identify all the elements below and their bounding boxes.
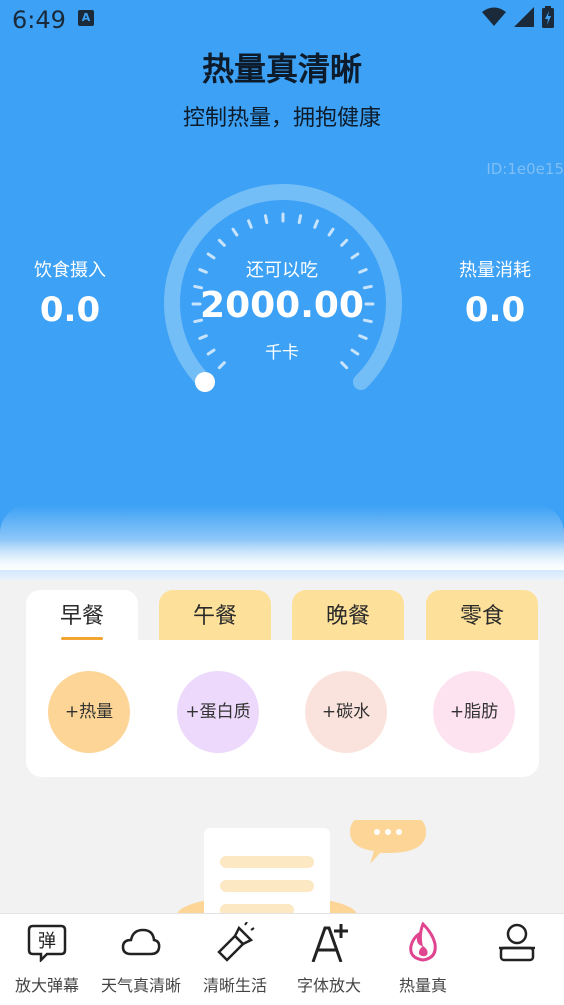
nav-profile[interactable]: [470, 914, 564, 1005]
gauge-tick: [231, 227, 239, 237]
tab-label: 午餐: [192, 604, 237, 629]
tab-lunch[interactable]: 午餐: [159, 590, 271, 642]
nav-label: 放大弹幕: [14, 976, 79, 995]
gauge-tick: [297, 214, 303, 225]
calorie-unit: 千卡: [265, 343, 299, 363]
chat-bubble-icon: [350, 820, 426, 864]
wifi-icon: [482, 7, 506, 26]
nav-label: 热量真: [398, 976, 447, 995]
gauge-tick: [217, 238, 226, 247]
tab-label: 早餐: [59, 604, 104, 629]
font-plus-icon: [311, 924, 348, 962]
remaining-label: 还可以吃: [246, 260, 318, 281]
add-calorie-button[interactable]: +热量: [48, 671, 130, 753]
battery-icon: [542, 6, 554, 28]
nav-label: 字体放大: [296, 976, 361, 995]
nav-weather[interactable]: 天气真清晰: [94, 914, 188, 1005]
status-bar: 6:49 A: [0, 0, 564, 40]
gauge-tick: [340, 238, 349, 247]
gauge-tick: [263, 214, 269, 225]
empty-state-illustration: [177, 820, 426, 915]
tab-breakfast[interactable]: 早餐: [26, 590, 138, 642]
tab-label: 晚餐: [325, 604, 370, 629]
tab-label: 零食: [459, 604, 504, 629]
profile-icon: [499, 923, 535, 962]
danmu-glyph: 弹: [38, 931, 56, 952]
nav-danmu[interactable]: 弹 放大弹幕: [0, 914, 94, 1005]
tab-dinner[interactable]: 晚餐: [292, 590, 404, 642]
cell-signal-icon: [514, 7, 534, 27]
tab-snack[interactable]: 零食: [426, 590, 538, 642]
meal-tabs: 早餐 午餐 晚餐 零食: [26, 590, 539, 642]
nav-calorie[interactable]: 热量真: [376, 914, 470, 1005]
gauge-tick: [247, 219, 253, 229]
nav-life[interactable]: 清晰生活: [188, 914, 282, 1005]
nav-label: 天气真清晰: [100, 976, 181, 995]
nav-font[interactable]: 字体放大: [282, 914, 376, 1005]
cloud-icon: [121, 928, 161, 956]
page-title: 热量真清晰: [201, 50, 362, 88]
gauge-tick: [340, 361, 349, 370]
add-fat-button[interactable]: +脂肪: [433, 671, 515, 753]
add-protein-button[interactable]: +蛋白质: [177, 671, 259, 753]
gauge-tick: [217, 361, 226, 370]
notification-icon: A: [78, 10, 94, 26]
nutrient-card: +热量 +蛋白质 +碳水 +脂肪: [26, 640, 539, 777]
gauge-tick: [313, 219, 319, 229]
status-time: 6:49: [12, 6, 66, 34]
danmu-icon: 弹: [27, 924, 67, 962]
gauge-tick: [327, 227, 335, 237]
flashlight-icon: [217, 922, 255, 962]
gauge-knob: [195, 372, 215, 392]
nav-label: 清晰生活: [202, 976, 267, 995]
fade-strip: [0, 540, 564, 570]
remaining-value: 2000.00: [200, 285, 364, 326]
flame-icon: [409, 922, 437, 962]
page-subtitle: 控制热量，拥抱健康: [182, 106, 381, 131]
add-carbs-button[interactable]: +碳水: [305, 671, 387, 753]
watermark-id: ID:1e0e15: [486, 160, 564, 178]
bottom-nav: 弹 放大弹幕 天气真清晰 清晰生活 字体放大 热量真: [0, 913, 564, 1005]
